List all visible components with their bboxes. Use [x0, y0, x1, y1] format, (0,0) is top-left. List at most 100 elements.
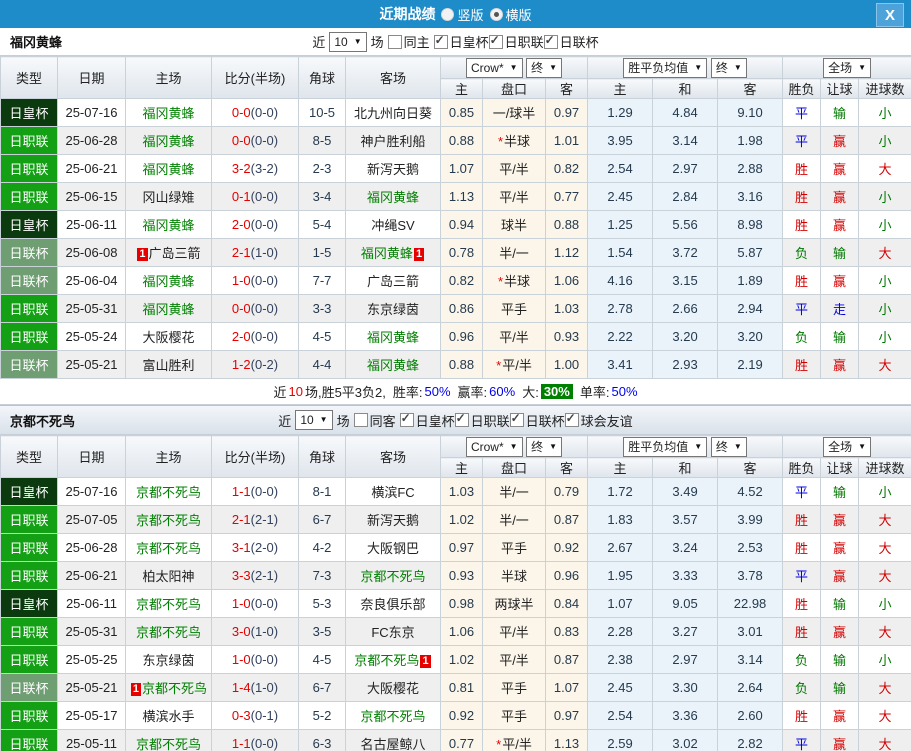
summary-label: 赢率:: [457, 385, 488, 400]
recent-count-select[interactable]: 10 ▼: [329, 31, 367, 52]
recent-count-select[interactable]: 10 ▼: [295, 410, 333, 430]
asia-home-odds-cell: 1.02: [440, 645, 483, 674]
corners-cell: 4-4: [298, 350, 346, 379]
scope-select[interactable]: 全场 ▼: [823, 57, 871, 78]
league-checkbox[interactable]: [543, 33, 558, 49]
goals-result-cell: 大: [858, 533, 911, 562]
league-filter[interactable]: 日皇杯: [399, 411, 455, 430]
away-team-cell: 福冈黄蜂 1: [345, 238, 441, 267]
team-name: 新泻天鹅: [366, 513, 419, 528]
league-checkbox[interactable]: [564, 411, 579, 427]
subcol-euro-home: 主: [587, 457, 654, 478]
europe-home-odds-cell: 1.83: [587, 505, 654, 534]
league-filter[interactable]: 日联杯: [543, 32, 599, 51]
close-icon: X: [884, 6, 895, 24]
layout-option-horizontal[interactable]: 横版: [489, 5, 532, 24]
layout-option-vertical[interactable]: 竖版: [441, 5, 484, 24]
league-filter[interactable]: 日职联: [454, 411, 510, 430]
handicap-cell: *平/半: [482, 350, 546, 379]
corners-cell: 3-5: [298, 617, 346, 646]
europe-away-odds-cell: 2.94: [717, 294, 784, 323]
corners-cell: 6-7: [298, 505, 346, 534]
league-filter[interactable]: 球会友谊: [564, 411, 633, 430]
score-cell: 2-1(2-1): [211, 505, 299, 534]
scope-value: 全场: [828, 439, 853, 454]
radio-checked-icon[interactable]: [489, 7, 503, 21]
europe-home-odds-cell: 2.59: [587, 729, 654, 751]
team-name: 东京绿茵: [142, 653, 195, 668]
odds-company-select[interactable]: Crow* ▼: [465, 436, 523, 457]
outcome-cell: 平: [782, 729, 822, 751]
handicap-cell: *平/半: [482, 729, 546, 751]
odds-time-select[interactable]: 终 ▼: [526, 57, 563, 78]
europe-odds-select[interactable]: 胜平负均值 ▼: [623, 57, 708, 78]
home-team-cell: 柏太阳神: [125, 561, 212, 590]
team-name: 奈良俱乐部: [360, 597, 426, 612]
league-checkbox[interactable]: [509, 411, 524, 427]
team-title: 福冈黄蜂: [10, 35, 63, 50]
same-venue-filter[interactable]: 同主: [387, 32, 430, 51]
away-team-cell: 大阪樱花: [345, 673, 441, 702]
europe-time-select[interactable]: 终 ▼: [710, 57, 747, 78]
league-checkbox[interactable]: [454, 411, 469, 427]
asia-away-odds-cell: 0.97: [544, 98, 589, 127]
goals-result-cell: 小: [858, 294, 911, 323]
team-name: 福冈黄蜂: [142, 218, 195, 233]
scope-select[interactable]: 全场 ▼: [823, 436, 871, 457]
team-name: 福冈黄蜂: [142, 302, 195, 317]
away-team-cell: 横滨FC: [345, 477, 441, 506]
europe-draw-odds-cell: 3.72: [652, 238, 719, 267]
close-button[interactable]: X: [876, 3, 904, 27]
league-filter[interactable]: 日联杯: [509, 411, 565, 430]
handicap-cell: 半/一: [482, 505, 546, 534]
asia-away-odds-cell: 0.96: [544, 561, 589, 590]
europe-draw-odds-cell: 9.05: [652, 589, 719, 618]
away-team-cell: 大阪钢巴: [345, 533, 441, 562]
league-filter[interactable]: 日职联: [488, 32, 544, 51]
match-row: 日皇杯 25-06-11 京都不死鸟 1-0(0-0) 5-3 奈良俱乐部 0.…: [0, 589, 911, 618]
team-name: 大阪钢巴: [366, 541, 419, 556]
match-type-cell: 日皇杯: [0, 98, 58, 127]
handicap-result-cell: 输: [820, 98, 860, 127]
league-checkbox[interactable]: [433, 33, 448, 49]
col-score: 比分(半场): [211, 56, 299, 99]
same-venue-filter[interactable]: 同客: [353, 411, 396, 430]
league-filter[interactable]: 日皇杯: [433, 32, 489, 51]
same-venue-checkbox[interactable]: [387, 34, 402, 49]
europe-draw-odds-cell: 5.56: [652, 210, 719, 239]
near-label: 近: [312, 35, 326, 50]
asia-away-odds-cell: 0.83: [544, 617, 589, 646]
date-cell: 25-05-31: [57, 294, 126, 323]
away-team-cell: 京都不死鸟: [345, 701, 441, 730]
odds-time-select[interactable]: 终 ▼: [526, 436, 563, 457]
odds-company-select[interactable]: Crow* ▼: [465, 57, 523, 78]
outcome-cell: 平: [782, 477, 822, 506]
europe-odds-select[interactable]: 胜平负均值 ▼: [623, 436, 708, 457]
games-label: 场: [370, 35, 384, 50]
match-type-cell: 日职联: [0, 645, 58, 674]
date-cell: 25-05-25: [57, 645, 126, 674]
europe-draw-odds-cell: 3.36: [652, 701, 719, 730]
handicap-cell: 平手: [482, 673, 546, 702]
europe-home-odds-cell: 2.54: [587, 701, 654, 730]
handicap-result-cell: 输: [820, 238, 860, 267]
handicap-result-cell: 赢: [820, 533, 860, 562]
match-type-cell: 日皇杯: [0, 210, 58, 239]
league-checkbox[interactable]: [399, 411, 414, 427]
europe-away-odds-cell: 3.78: [717, 561, 784, 590]
league-checkbox[interactable]: [488, 33, 503, 49]
away-team-cell: 广岛三箭: [345, 266, 441, 295]
same-venue-checkbox[interactable]: [353, 413, 368, 427]
subcol-asia-home: 主: [440, 457, 483, 478]
league-label: 日皇杯: [449, 35, 489, 50]
handicap-cell: *半球: [482, 266, 546, 295]
match-type-cell: 日职联: [0, 533, 58, 562]
col-date: 日期: [57, 56, 126, 99]
match-row: 日职联 25-05-24 大阪樱花 2-0(0-0) 4-5 福冈黄蜂 0.96…: [0, 322, 911, 351]
europe-time-select[interactable]: 终 ▼: [710, 436, 747, 457]
team-name: 福冈黄蜂: [366, 330, 419, 345]
radio-unchecked-icon[interactable]: [441, 7, 455, 21]
league-label: 日联杯: [525, 413, 565, 429]
asia-away-odds-cell: 0.84: [544, 589, 589, 618]
subcol-asia-home: 主: [440, 78, 483, 99]
